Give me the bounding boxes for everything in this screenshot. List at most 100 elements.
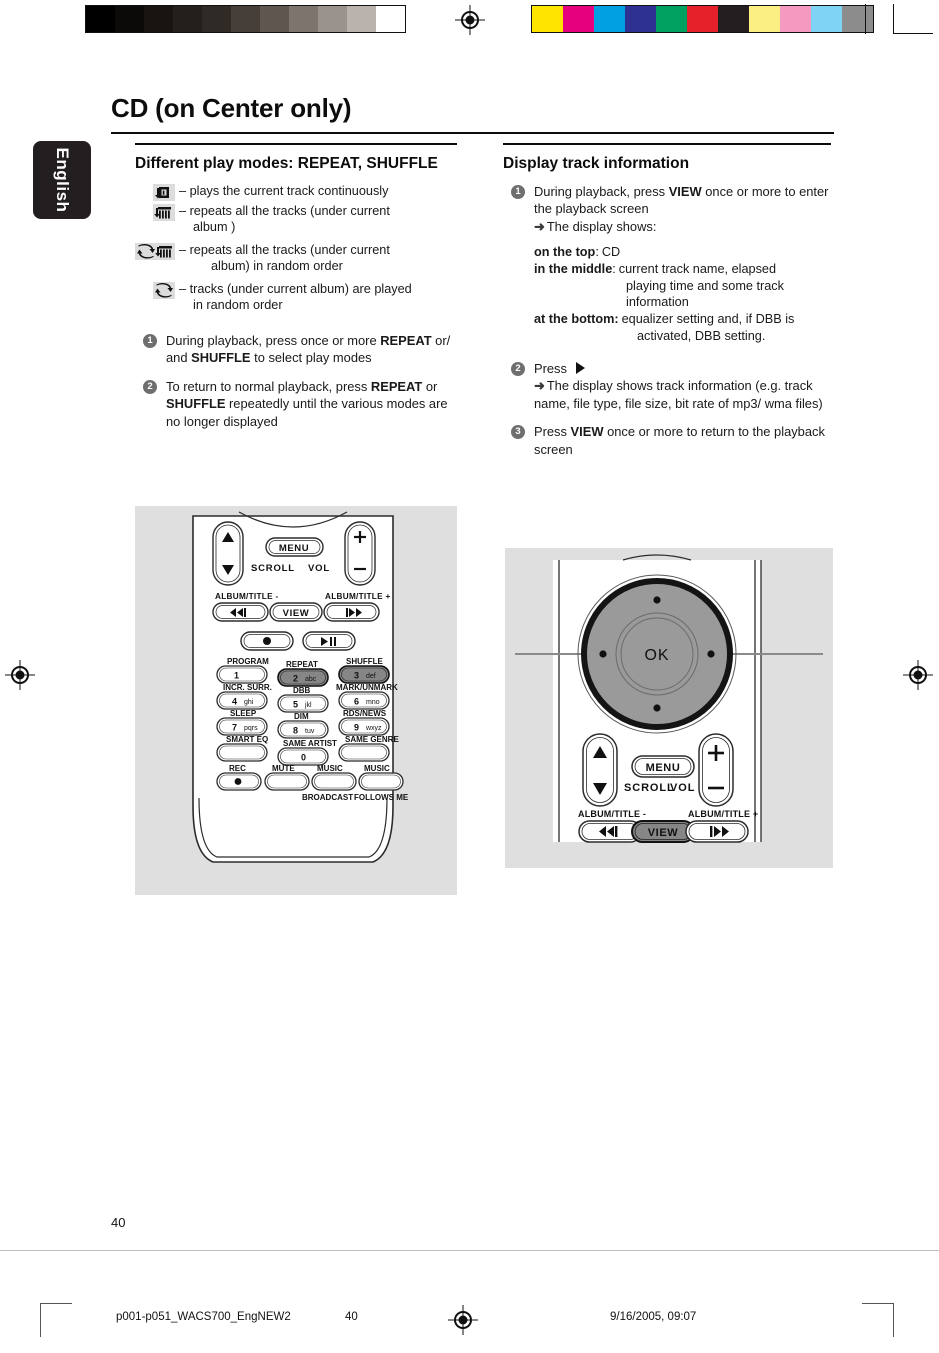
svg-text:FOLLOWS ME: FOLLOWS ME	[354, 793, 409, 802]
footer-crop-mark-right-h	[862, 1303, 894, 1304]
svg-text:INCR. SURR.: INCR. SURR.	[223, 683, 272, 692]
play-mode-item: – repeats all the tracks (under current …	[135, 242, 465, 275]
right-column: Display track information 1 During playb…	[503, 143, 833, 458]
gray-swatch-10	[376, 6, 405, 32]
svg-text:MUTE: MUTE	[272, 764, 295, 773]
svg-text:REPEAT: REPEAT	[286, 660, 318, 669]
svg-text:tuv: tuv	[305, 728, 315, 735]
arrow-right-icon: ➜	[534, 218, 545, 234]
crop-mark-vertical	[865, 4, 866, 34]
step-number-badge: 1	[143, 333, 157, 348]
display-spec-value: equalizer setting and, if DBB is	[621, 312, 795, 327]
left-column-divider	[135, 143, 457, 145]
svg-text:VIEW: VIEW	[283, 608, 310, 619]
repeat-all-icon	[153, 203, 175, 221]
gray-swatch-5	[231, 6, 260, 32]
gray-swatch-7	[289, 6, 318, 32]
footer-divider	[0, 1250, 939, 1251]
svg-text:OK: OK	[644, 647, 669, 664]
svg-text:6: 6	[354, 697, 359, 707]
display-spec-value: CD	[601, 245, 621, 259]
left-column: Different play modes: REPEAT, SHUFFLE – …	[135, 143, 465, 430]
step-text-bold: SHUFFLE	[166, 396, 226, 411]
svg-text:2: 2	[293, 674, 298, 684]
svg-text:VOL: VOL	[308, 563, 330, 574]
registration-target-icon	[455, 5, 485, 35]
title-divider	[111, 132, 834, 134]
play-mode-item: – plays the current track continuously	[135, 183, 465, 201]
manual-page: English CD (on Center only) Different pl…	[0, 40, 939, 1353]
left-step-2: 2 To return to normal playback, press RE…	[135, 378, 465, 431]
step-text-bold: SHUFFLE	[191, 350, 251, 365]
svg-text:SHUFFLE: SHUFFLE	[346, 657, 384, 666]
svg-text:jkl: jkl	[304, 702, 312, 709]
step-text-part: or	[422, 378, 438, 394]
svg-text:MUSIC: MUSIC	[317, 764, 343, 773]
svg-text:RDS/NEWS: RDS/NEWS	[343, 709, 387, 718]
svg-text:def: def	[366, 673, 376, 680]
svg-text:5: 5	[293, 700, 298, 710]
grayscale-swatch-row	[85, 5, 406, 33]
result-text: The display shows track information (e.g…	[534, 378, 823, 411]
color-swatch-10	[842, 6, 873, 32]
svg-text:3: 3	[354, 671, 359, 681]
step-text-bold: VIEW	[570, 424, 604, 440]
step-text-bold: REPEAT	[370, 378, 423, 394]
svg-text:MUSIC: MUSIC	[364, 764, 390, 773]
color-swatch-2	[594, 6, 625, 32]
step-text-part: to select play modes	[250, 350, 372, 365]
footer-crop-mark-left	[40, 1303, 41, 1337]
right-step-2: 2 Press ➜ The display shows track informa…	[503, 360, 833, 413]
svg-text:MENU: MENU	[646, 762, 681, 774]
play-mode-list: – plays the current track continuously –…	[135, 183, 465, 314]
shuffle-icon	[153, 281, 175, 299]
svg-text:SMART EQ: SMART EQ	[226, 735, 268, 744]
display-spec-label: in the middle	[534, 261, 613, 276]
color-swatch-row	[531, 5, 874, 33]
gray-swatch-8	[318, 6, 347, 32]
registration-target-right-icon	[903, 660, 933, 690]
svg-text:ALBUM/TITLE +: ALBUM/TITLE +	[688, 809, 758, 819]
display-spec-row: at the bottom: equalizer setting and, if …	[534, 311, 833, 328]
result-text: The display shows:	[546, 218, 657, 234]
svg-text:ALBUM/TITLE +: ALBUM/TITLE +	[325, 592, 391, 601]
color-swatch-7	[749, 6, 780, 32]
svg-text:ALBUM/TITLE -: ALBUM/TITLE -	[578, 809, 646, 819]
language-tab-label: English	[53, 147, 72, 213]
print-footer: p001-p051_WACS700_EngNEW2 40 9/16/2005, …	[0, 1303, 939, 1353]
svg-text:ALBUM/TITLE -: ALBUM/TITLE -	[215, 592, 278, 601]
svg-text:4: 4	[232, 697, 237, 707]
right-column-divider	[503, 143, 831, 145]
gray-swatch-1	[115, 6, 144, 32]
page-number: 40	[111, 1215, 126, 1230]
gray-swatch-3	[173, 6, 202, 32]
svg-text:mno: mno	[366, 699, 380, 706]
page-title: CD (on Center only)	[111, 93, 352, 123]
play-mode-item: – tracks (under current album) are playe…	[135, 281, 465, 314]
svg-text:VOL: VOL	[670, 782, 695, 794]
footer-crop-mark-right	[893, 1303, 894, 1337]
display-spec-row: in the middle: current track name, elapse…	[534, 261, 833, 278]
step-number-badge: 3	[511, 425, 525, 440]
play-mode-description: – tracks (under current album) are playe…	[179, 281, 412, 313]
color-swatch-8	[780, 6, 811, 32]
color-swatch-0	[532, 6, 563, 32]
footer-file-name: p001-p051_WACS700_EngNEW2	[116, 1311, 291, 1323]
svg-text:ghi: ghi	[244, 699, 254, 706]
svg-text:9: 9	[354, 723, 359, 733]
color-swatch-5	[687, 6, 718, 32]
right-section-title: Display track information	[503, 154, 690, 172]
svg-text:wxyz: wxyz	[365, 725, 382, 732]
gray-swatch-0	[86, 6, 115, 32]
remote-control-full-figure: SCROLL VOL MENU ALBUM/TITLE - ALBUM/TITL…	[135, 506, 457, 895]
step-text-bold: REPEAT	[380, 332, 432, 348]
color-swatch-4	[656, 6, 687, 32]
step-number-badge: 2	[143, 379, 157, 394]
left-section-title: Different play modes: REPEAT, SHUFFLE	[135, 154, 438, 172]
remote-navigation-detail-figure: OK SCROLL VOL MENU ALBUM/TITLE - ALBUM/T…	[505, 548, 833, 868]
svg-text:SCROLL: SCROLL	[624, 782, 675, 794]
arrow-right-icon: ➜	[534, 378, 545, 394]
svg-text:SAME ARTIST: SAME ARTIST	[283, 739, 337, 748]
left-step-1: 1 During playback, press once or more RE…	[135, 332, 465, 367]
svg-text:SCROLL: SCROLL	[251, 563, 295, 574]
